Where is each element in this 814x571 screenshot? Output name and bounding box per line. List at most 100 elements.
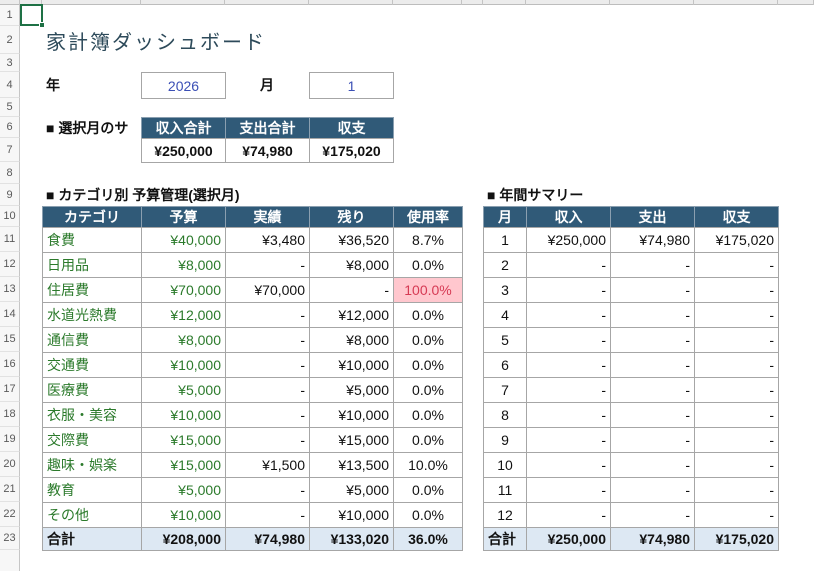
income-cell[interactable]: -	[526, 502, 611, 528]
budget-cell[interactable]: ¥8,000	[141, 327, 226, 353]
actual-total-cell[interactable]: ¥74,980	[225, 527, 310, 551]
month-cell[interactable]: 10	[483, 452, 527, 478]
actual-cell[interactable]: -	[225, 427, 310, 453]
annual-column-header[interactable]: 収入	[526, 206, 611, 228]
actual-cell[interactable]: -	[225, 502, 310, 528]
month-cell[interactable]: 9	[483, 427, 527, 453]
balance-cell[interactable]: -	[694, 327, 779, 353]
category-name-cell[interactable]: 趣味・娯楽	[42, 452, 142, 478]
row-header[interactable]: 21	[0, 477, 20, 502]
category-column-header[interactable]: 実績	[225, 206, 310, 228]
usage-rate-cell[interactable]: 0.0%	[393, 327, 463, 353]
balance-cell[interactable]: -	[694, 252, 779, 278]
column-header-b[interactable]	[42, 0, 141, 5]
annual-column-header[interactable]: 月	[483, 206, 527, 228]
summary-value-expense-total[interactable]: ¥74,980	[225, 138, 310, 163]
expense-cell[interactable]: -	[610, 327, 695, 353]
category-name-cell[interactable]: 教育	[42, 477, 142, 503]
expense-cell[interactable]: -	[610, 502, 695, 528]
usage-rate-cell[interactable]: 0.0%	[393, 302, 463, 328]
income-cell[interactable]: -	[526, 477, 611, 503]
usage-rate-cell[interactable]: 0.0%	[393, 402, 463, 428]
row-header[interactable]: 15	[0, 327, 20, 352]
row-header[interactable]: 22	[0, 502, 20, 527]
balance-cell[interactable]: -	[694, 477, 779, 503]
year-input[interactable]: 2026	[141, 72, 226, 99]
actual-cell[interactable]: -	[225, 302, 310, 328]
expense-cell[interactable]: ¥74,980	[610, 227, 695, 253]
month-cell[interactable]: 12	[483, 502, 527, 528]
fill-handle[interactable]	[39, 22, 45, 28]
income-cell[interactable]: -	[526, 252, 611, 278]
remaining-cell[interactable]: ¥15,000	[309, 427, 394, 453]
actual-cell[interactable]: ¥3,480	[225, 227, 310, 253]
column-header-j[interactable]	[610, 0, 694, 5]
row-header[interactable]: 19	[0, 427, 20, 452]
remaining-cell[interactable]: ¥8,000	[309, 327, 394, 353]
usage-rate-cell[interactable]: 8.7%	[393, 227, 463, 253]
remaining-cell[interactable]: -	[309, 277, 394, 303]
month-cell[interactable]: 3	[483, 277, 527, 303]
budget-cell[interactable]: ¥40,000	[141, 227, 226, 253]
actual-cell[interactable]: ¥1,500	[225, 452, 310, 478]
income-cell[interactable]: ¥250,000	[526, 227, 611, 253]
category-name-cell[interactable]: 通信費	[42, 327, 142, 353]
remaining-cell[interactable]: ¥12,000	[309, 302, 394, 328]
remaining-cell[interactable]: ¥8,000	[309, 252, 394, 278]
balance-cell[interactable]: -	[694, 377, 779, 403]
budget-cell[interactable]: ¥5,000	[141, 477, 226, 503]
column-header-g[interactable]	[462, 0, 483, 5]
actual-cell[interactable]: -	[225, 377, 310, 403]
month-cell[interactable]: 7	[483, 377, 527, 403]
budget-cell[interactable]: ¥8,000	[141, 252, 226, 278]
annual-column-header[interactable]: 収支	[694, 206, 779, 228]
remaining-cell[interactable]: ¥10,000	[309, 352, 394, 378]
income-cell[interactable]: -	[526, 402, 611, 428]
category-name-cell[interactable]: 食費	[42, 227, 142, 253]
spreadsheet-grid[interactable]: 1 2 3 4 5 6 7 8 9 10 11 12 13 14 15 16 17 18 19 20 21 22 23 家計簿…	[0, 0, 814, 571]
income-cell[interactable]: -	[526, 327, 611, 353]
month-label[interactable]: 月	[225, 72, 309, 98]
category-name-cell[interactable]: 日用品	[42, 252, 142, 278]
category-name-cell[interactable]: 水道光熱費	[42, 302, 142, 328]
actual-cell[interactable]: -	[225, 477, 310, 503]
budget-cell[interactable]: ¥70,000	[141, 277, 226, 303]
row-header[interactable]: 14	[0, 302, 20, 327]
column-header-k[interactable]	[694, 0, 778, 5]
month-cell[interactable]: 6	[483, 352, 527, 378]
expense-cell[interactable]: -	[610, 427, 695, 453]
row-header[interactable]: 4	[0, 72, 20, 98]
category-name-cell[interactable]: その他	[42, 502, 142, 528]
expense-cell[interactable]: -	[610, 402, 695, 428]
balance-cell[interactable]: -	[694, 402, 779, 428]
budget-total-cell[interactable]: ¥208,000	[141, 527, 226, 551]
row-header[interactable]: 8	[0, 162, 20, 184]
row-header[interactable]: 12	[0, 252, 20, 277]
row-header[interactable]: 17	[0, 377, 20, 402]
row-header[interactable]: 7	[0, 138, 20, 162]
annual-column-header[interactable]: 支出	[610, 206, 695, 228]
remaining-cell[interactable]: ¥13,500	[309, 452, 394, 478]
annual-total-label[interactable]: 合計	[483, 527, 527, 551]
usage-rate-cell[interactable]: 0.0%	[393, 427, 463, 453]
balance-cell[interactable]: -	[694, 502, 779, 528]
usage-rate-cell[interactable]: 10.0%	[393, 452, 463, 478]
row-header[interactable]: 20	[0, 452, 20, 477]
category-budget-heading[interactable]: ■ カテゴリ別 予算管理(選択月)	[42, 184, 462, 206]
category-name-cell[interactable]: 医療費	[42, 377, 142, 403]
remaining-total-cell[interactable]: ¥133,020	[309, 527, 394, 551]
expense-cell[interactable]: -	[610, 452, 695, 478]
column-header-e[interactable]	[309, 0, 393, 5]
row-header[interactable]: 11	[0, 227, 20, 252]
dashboard-title[interactable]: 家計簿ダッシュボード	[42, 26, 462, 54]
usage-rate-cell[interactable]: 0.0%	[393, 352, 463, 378]
summary-value-balance[interactable]: ¥175,020	[309, 138, 394, 163]
category-name-cell[interactable]: 交際費	[42, 427, 142, 453]
column-header-d[interactable]	[225, 0, 309, 5]
month-cell[interactable]: 11	[483, 477, 527, 503]
month-cell[interactable]: 4	[483, 302, 527, 328]
category-name-cell[interactable]: 衣服・美容	[42, 402, 142, 428]
row-header[interactable]: 6	[0, 117, 20, 138]
category-column-header[interactable]: 残り	[309, 206, 394, 228]
summary-header-expense-total[interactable]: 支出合計	[225, 117, 310, 139]
